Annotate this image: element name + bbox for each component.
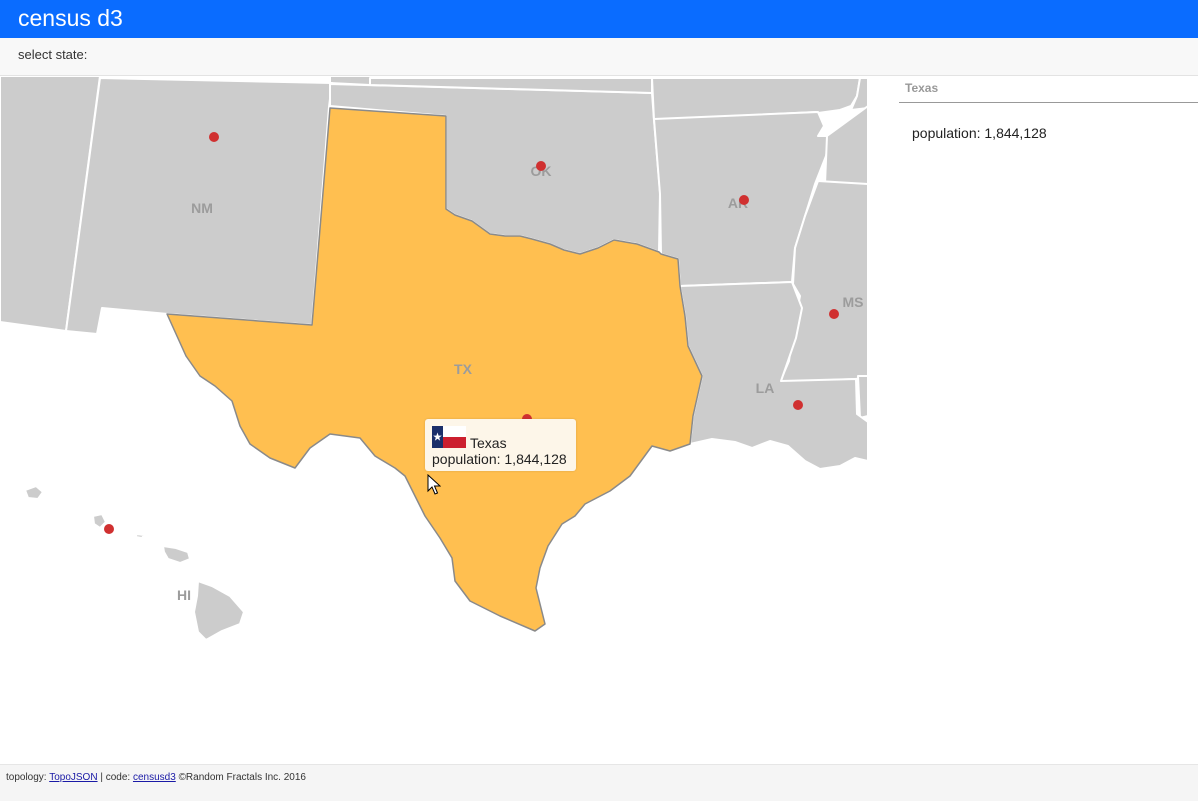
state-hawaii-molokai[interactable]	[135, 533, 145, 539]
label-nm: NM	[191, 200, 213, 216]
state-select[interactable]	[96, 44, 276, 66]
topojson-link[interactable]: TopoJSON	[49, 772, 97, 783]
label-ms: MS	[843, 294, 864, 310]
state-select-bar: select state:	[0, 38, 1198, 76]
footer-code-label: | code:	[100, 772, 131, 783]
panel-population: population: 1,844,128	[912, 125, 1047, 141]
marker-nm[interactable]	[209, 132, 219, 142]
panel-divider	[899, 102, 1198, 103]
state-hawaii-oahu[interactable]	[92, 513, 107, 529]
footer-topology-label: topology:	[6, 772, 47, 783]
marker-hi[interactable]	[104, 524, 114, 534]
footer-line: topology: TopoJSON | code: censusd3 ©Ran…	[6, 772, 306, 783]
app-title: census d3	[18, 5, 123, 31]
censusd3-link[interactable]: censusd3	[133, 772, 176, 783]
state-hawaii-kauai[interactable]	[24, 485, 44, 500]
state-hawaii-maui[interactable]	[162, 545, 191, 564]
label-la: LA	[756, 380, 775, 396]
tooltip-state-name: Texas	[470, 435, 507, 451]
select-state-label: select state:	[18, 47, 88, 62]
label-hi: HI	[177, 587, 191, 603]
state-alabama[interactable]	[857, 375, 868, 419]
tooltip-population: population: 1,844,128	[432, 451, 567, 467]
label-tx: TX	[454, 361, 473, 377]
marker-ok[interactable]	[536, 161, 546, 171]
panel-title: Texas	[905, 81, 939, 95]
marker-ar[interactable]	[739, 195, 749, 205]
texas-flag-icon	[432, 426, 466, 448]
marker-la[interactable]	[793, 400, 803, 410]
info-panel: Texas population: 1,844,128	[899, 76, 1198, 764]
app-header: census d3	[0, 0, 1198, 38]
footer-copyright: ©Random Fractals Inc. 2016	[178, 772, 306, 783]
state-hawaii-big-island[interactable]	[193, 580, 245, 641]
state-mississippi[interactable]	[824, 105, 868, 189]
footer: topology: TopoJSON | code: censusd3 ©Ran…	[0, 764, 1198, 801]
marker-ms[interactable]	[829, 309, 839, 319]
state-tooltip: Texas population: 1,844,128	[425, 419, 576, 471]
mouse-cursor-icon	[427, 474, 441, 495]
